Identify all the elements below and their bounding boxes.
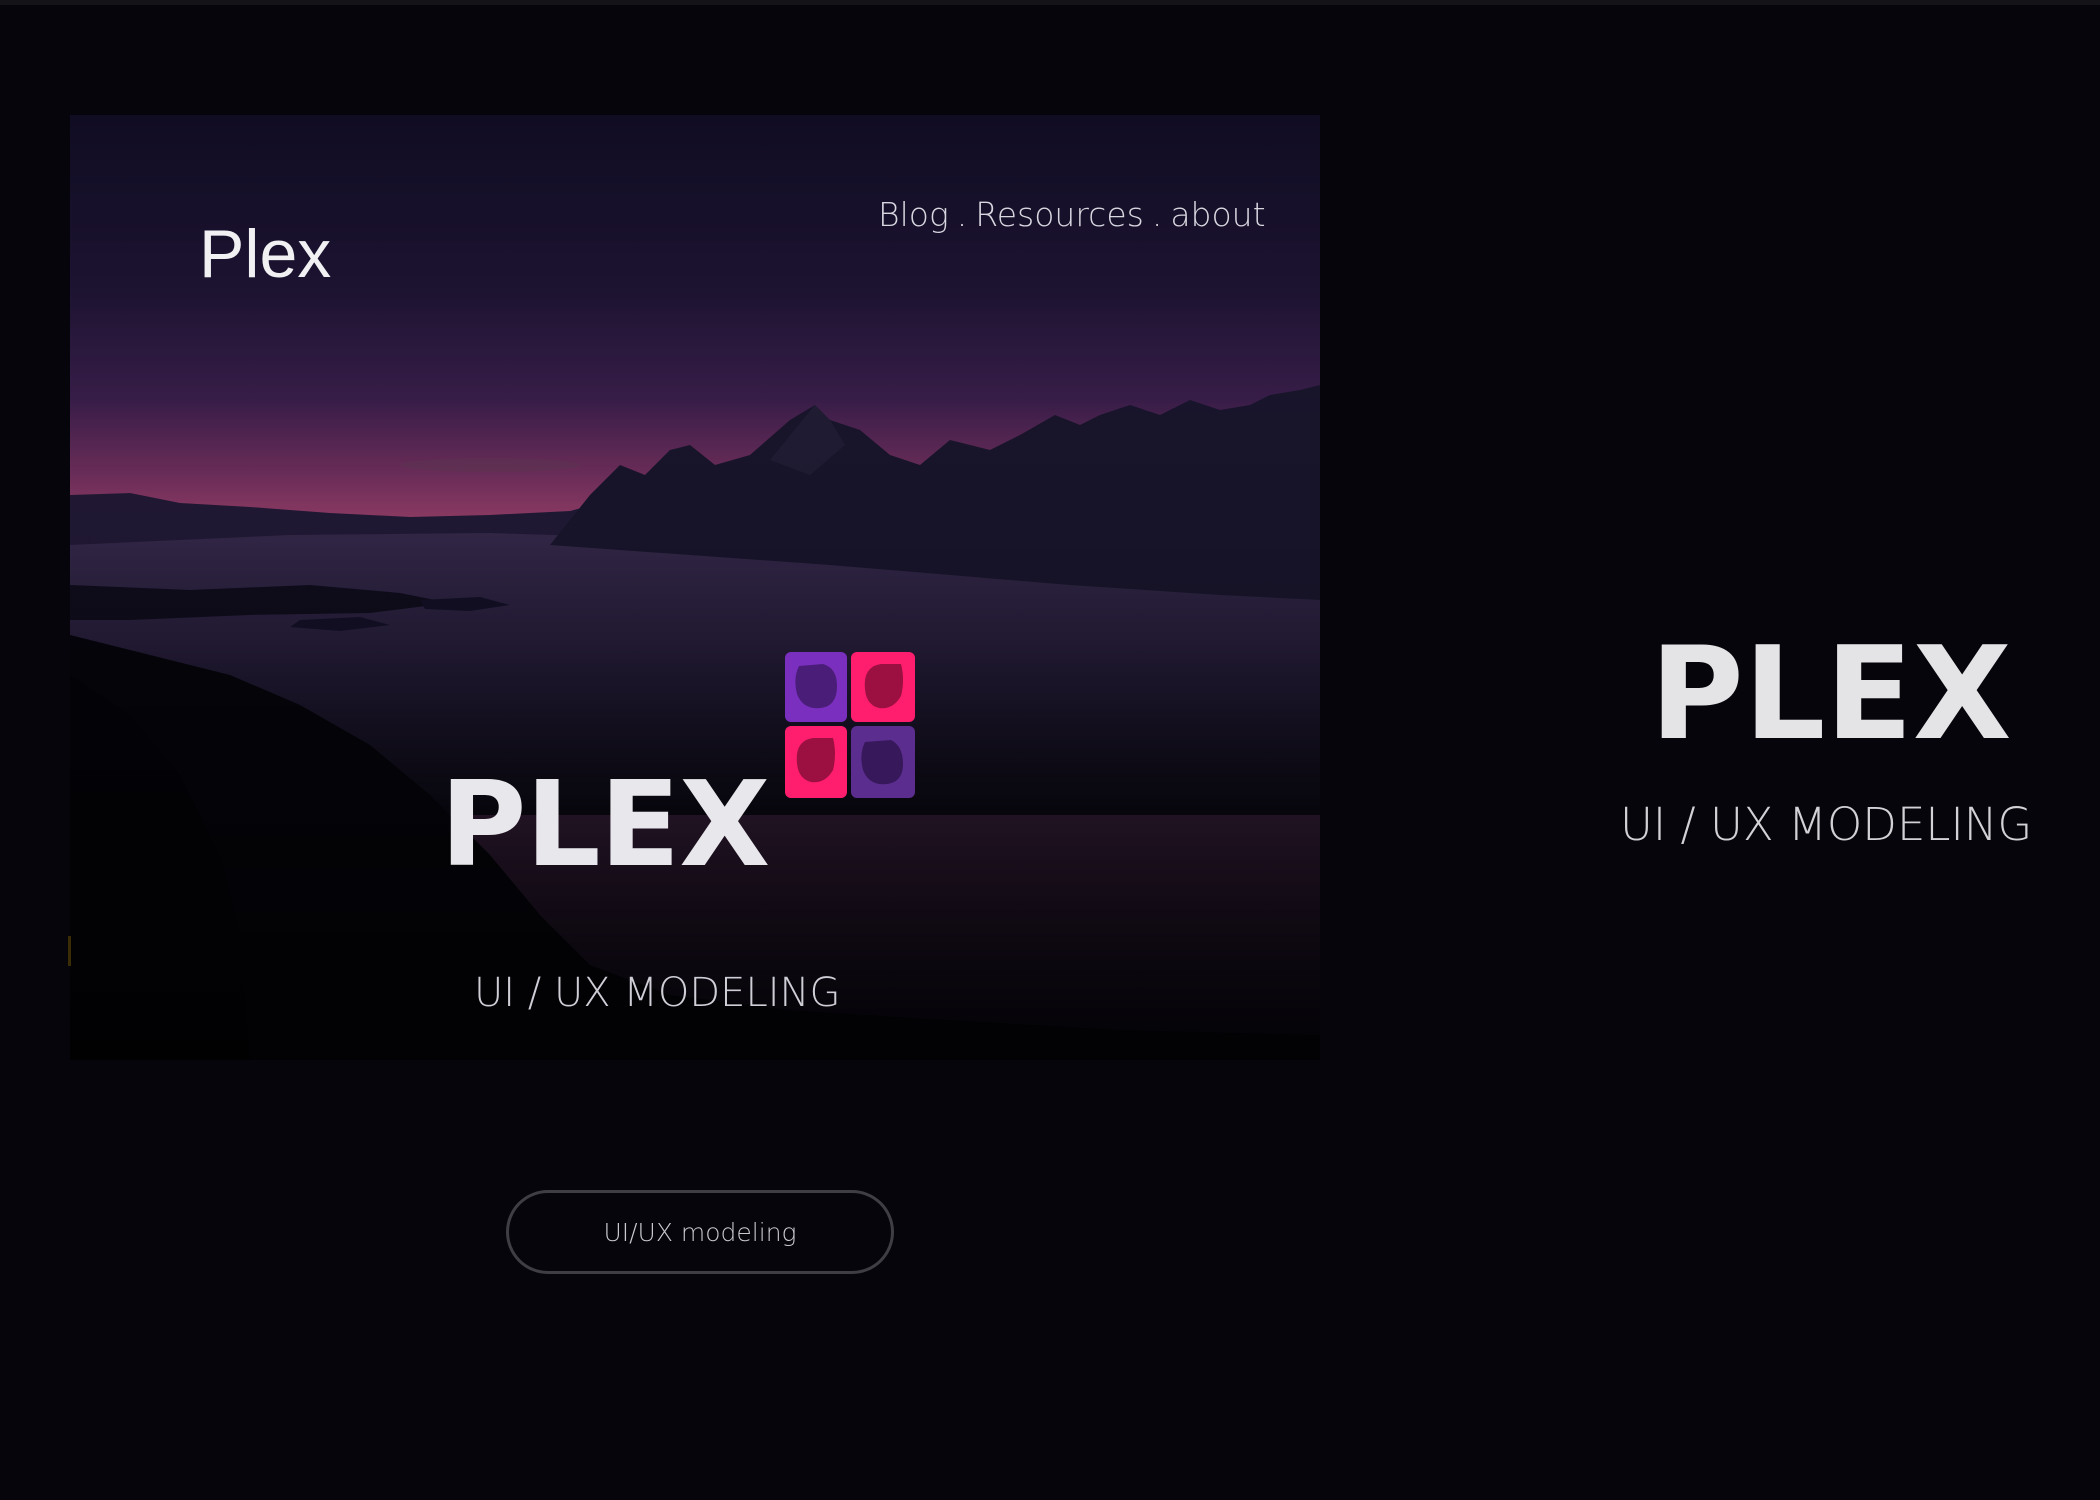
top-rule <box>0 0 2100 5</box>
side-title: PLEX <box>1650 620 2012 769</box>
hero-section: Plex Blog. Resources. about PLEX UI / UX M… <box>70 115 1320 1060</box>
top-nav: Blog. Resources. about <box>878 195 1266 234</box>
side-subtitle: UI / UX MODELING <box>1620 798 2033 851</box>
nav-separator: . <box>1151 195 1163 234</box>
hero-subtitle: UI / UX MODELING <box>474 970 841 1016</box>
uiux-modeling-button[interactable]: UI/UX modeling <box>506 1190 894 1274</box>
nav-link-resources[interactable]: Resources <box>975 195 1144 234</box>
four-tile-logo-icon <box>785 652 915 798</box>
nav-link-blog[interactable]: Blog <box>878 195 949 234</box>
brand-logo-text[interactable]: Plex <box>199 215 331 293</box>
nav-link-about[interactable]: about <box>1170 195 1265 234</box>
hero-edge-marker <box>68 936 71 966</box>
hero-title: PLEX <box>440 755 770 893</box>
nav-separator: . <box>956 195 968 234</box>
